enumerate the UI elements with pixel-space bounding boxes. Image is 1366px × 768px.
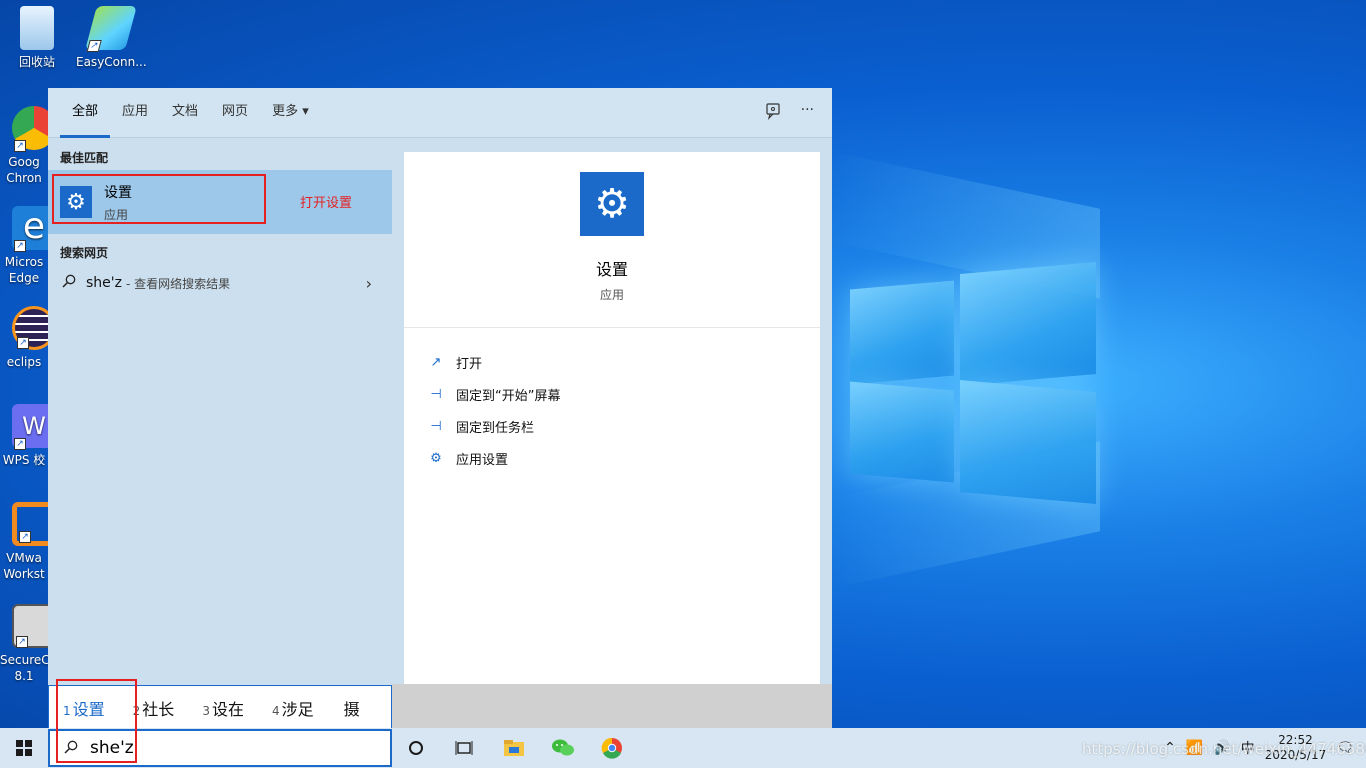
best-match-heading: 最佳匹配 (60, 151, 109, 165)
edge-icon: e ↗ (12, 206, 48, 252)
ime-candidate[interactable]: 2 社长 (133, 696, 175, 720)
panel-footer-strip (392, 684, 832, 728)
tab-documents[interactable]: 文档 (160, 88, 210, 138)
gear-icon: ⚙ (430, 450, 442, 466)
desktop-icon-label: Micros Edge (4, 255, 44, 285)
tab-more[interactable]: 更多 ▾ (260, 88, 321, 138)
eclipse-icon: ↗ (12, 306, 48, 350)
windows-logo-icon (16, 740, 32, 756)
ime-candidate[interactable]: 4 涉足 (272, 696, 314, 720)
wechat-icon[interactable] (549, 734, 577, 762)
web-query-text: she'z (86, 275, 122, 291)
task-view-icon[interactable] (450, 734, 478, 762)
cortana-icon[interactable] (402, 734, 430, 762)
desktop-icon-wps[interactable]: W ↗ WPS 校 (0, 404, 48, 468)
file-explorer-icon[interactable] (500, 734, 528, 762)
action-pin-to-start[interactable]: ⊣ 固定到“开始”屏幕 (428, 378, 820, 410)
securecrt-icon: ↗ (12, 604, 48, 648)
desktop-icon-easyconnect[interactable]: ↗ EasyConn... (76, 6, 147, 70)
web-search-heading: 搜索网页 (60, 246, 109, 260)
web-query-hint: - 查看网络搜索结果 (125, 276, 231, 291)
highlight-annotation-box (56, 679, 137, 763)
desktop-icon-label: SecureC 8.1 (0, 653, 48, 683)
result-detail-pane: ⚙ 设置 应用 ↗ 打开 ⊣ 固定到“开始”屏幕 ⊣ 固定到任务栏 ⚙ 应用设置 (404, 152, 820, 684)
desktop-icon-securecrt[interactable]: ↗ SecureC 8.1 (0, 604, 48, 684)
web-search-result[interactable]: she'z - 查看网络搜索结果 › (48, 265, 392, 301)
open-icon: ↗ (430, 354, 442, 370)
desktop-icon-eclipse[interactable]: ↗ eclips (0, 306, 48, 370)
pin-icon: ⊣ (430, 418, 442, 434)
ime-candidate[interactable]: 摄 (342, 696, 360, 720)
action-label: 固定到“开始”屏幕 (456, 388, 561, 404)
action-label: 固定到任务栏 (456, 420, 535, 436)
detail-actions: ↗ 打开 ⊣ 固定到“开始”屏幕 ⊣ 固定到任务栏 ⚙ 应用设置 (404, 328, 820, 474)
detail-subtitle: 应用 (599, 288, 624, 302)
action-pin-to-taskbar[interactable]: ⊣ 固定到任务栏 (428, 410, 820, 442)
action-label: 打开 (456, 356, 483, 372)
chrome-icon: ↗ (12, 106, 48, 152)
desktop-icon-label: WPS 校 (2, 453, 46, 467)
action-label: 应用设置 (456, 452, 509, 468)
action-app-settings[interactable]: ⚙ 应用设置 (428, 442, 820, 474)
feedback-icon[interactable] (765, 102, 783, 124)
pin-icon: ⊣ (430, 386, 442, 402)
chevron-right-icon[interactable]: › (366, 274, 372, 293)
desktop-icon-label: 回收站 (18, 55, 55, 69)
desktop-icon-label: Goog Chron (6, 155, 42, 185)
tab-all[interactable]: 全部 (60, 88, 111, 138)
wps-icon: W ↗ (12, 404, 48, 450)
start-button[interactable] (0, 728, 48, 768)
search-icon (62, 274, 76, 292)
results-list: 最佳匹配 ⚙ 设置 应用 打开设置 搜索网页 she'z - 查看网络搜索结果 … (48, 139, 392, 728)
easyconnect-icon: ↗ (85, 6, 137, 52)
search-filter-tabs: 全部 应用 文档 网页 更多 ▾ ··· (48, 88, 832, 138)
ime-candidate[interactable]: 3 设在 (202, 696, 244, 720)
desktop-icon-label: EasyConn... (76, 55, 147, 69)
annotation-open-settings: 打开设置 (300, 196, 353, 211)
desktop-icon-vmware[interactable]: ↗ VMwa Workst (0, 502, 48, 582)
best-match-result[interactable]: ⚙ 设置 应用 打开设置 (48, 170, 392, 234)
desktop-icon-label: eclips (6, 355, 42, 369)
detail-title: 设置 (595, 260, 628, 279)
desktop-icon-recycle-bin[interactable]: 回收站 (2, 6, 72, 70)
desktop-icon-edge[interactable]: e ↗ Micros Edge (0, 206, 48, 286)
tab-web[interactable]: 网页 (210, 88, 260, 138)
start-search-panel: 全部 应用 文档 网页 更多 ▾ ··· 最佳匹配 ⚙ 设置 应用 打开设置 搜… (48, 88, 832, 728)
vmware-icon: ↗ (12, 502, 48, 546)
recycle-bin-icon (20, 6, 54, 50)
watermark-text: https://blog.csdn.net/weixin_44746580 (1082, 740, 1366, 758)
tab-apps[interactable]: 应用 (110, 88, 160, 138)
action-open[interactable]: ↗ 打开 (428, 346, 820, 378)
chrome-taskbar-icon[interactable] (598, 734, 626, 762)
settings-gear-icon: ⚙ (580, 172, 644, 236)
desktop-icon-label: VMwa Workst (3, 551, 45, 581)
desktop-icon-chrome[interactable]: ↗ Goog Chron (0, 106, 48, 186)
more-options-icon[interactable]: ··· (801, 102, 814, 124)
highlight-annotation-box (52, 174, 266, 224)
